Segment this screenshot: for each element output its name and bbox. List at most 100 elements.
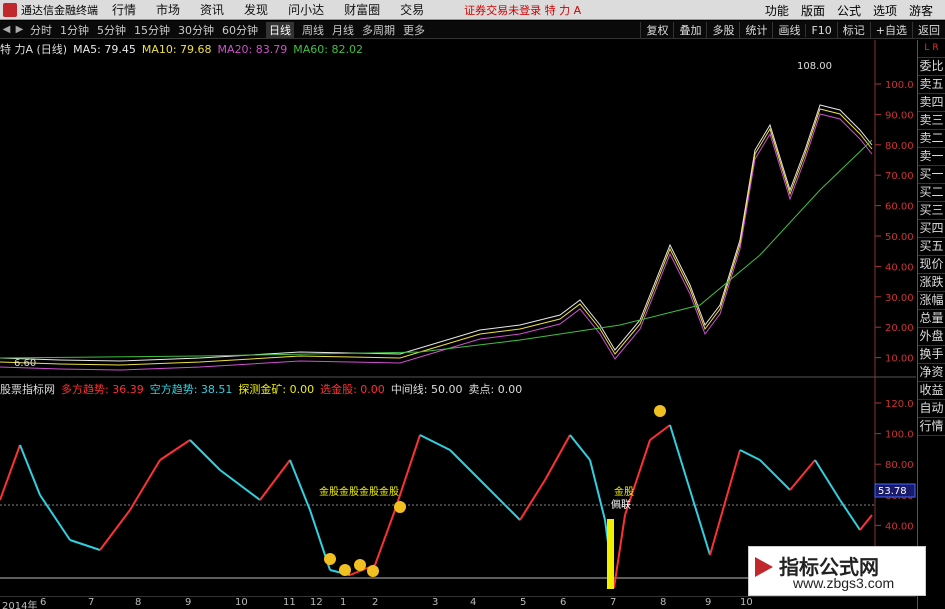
indicator-segment bbox=[519, 479, 546, 521]
menu-ask[interactable]: 问小达 bbox=[288, 1, 324, 18]
indicator-segment bbox=[589, 459, 606, 521]
indicator-segment bbox=[449, 449, 491, 491]
date-axis-label: 2014年 bbox=[2, 601, 38, 609]
menu-function[interactable]: 功能 bbox=[765, 2, 789, 19]
panel-top-marks[interactable]: L R bbox=[918, 40, 945, 58]
tool-adjust[interactable]: 复权 bbox=[640, 22, 673, 38]
indicator-y-axis: 120.0100.080.0060.0040.0020.00 bbox=[875, 399, 914, 563]
indicator-segment bbox=[669, 424, 691, 491]
indicator-segment bbox=[613, 514, 626, 589]
watermark-url: www.zbgs3.com bbox=[793, 575, 895, 591]
nav-forward-icon[interactable]: ▶ bbox=[13, 24, 26, 35]
smiley-signal-icon bbox=[339, 564, 351, 576]
ma10-label: MA10: 79.68 bbox=[141, 42, 212, 56]
panel-tab[interactable]: 买五 bbox=[918, 238, 945, 256]
high-price-label: 108.00 bbox=[797, 61, 832, 72]
period-daily[interactable]: 日线 bbox=[266, 21, 294, 38]
smiley-signal-icon bbox=[354, 559, 366, 571]
period-30min[interactable]: 30分钟 bbox=[178, 22, 214, 38]
indicator-segment bbox=[649, 424, 671, 441]
indicator-segment bbox=[544, 434, 571, 481]
date-axis-label: 7 bbox=[610, 597, 617, 608]
panel-tab[interactable]: 买一 bbox=[918, 166, 945, 184]
panel-tab[interactable]: 现价 bbox=[918, 256, 945, 274]
panel-tab[interactable]: 卖五 bbox=[918, 76, 945, 94]
indicator-segment bbox=[394, 434, 421, 511]
date-axis-label: 7 bbox=[88, 597, 95, 608]
ind-y-tick-label: 100.0 bbox=[885, 430, 914, 441]
period-tick[interactable]: 分时 bbox=[30, 22, 52, 38]
tool-return[interactable]: 返回 bbox=[912, 22, 945, 38]
ind-y-tick-label: 120.0 bbox=[885, 399, 914, 410]
panel-tab[interactable]: 涨幅 bbox=[918, 292, 945, 310]
indicator-segment bbox=[814, 459, 841, 501]
chart-area[interactable]: 100.0 90.00 80.00 70.00 60.00 50.00 40.00 30.00… bbox=[0, 40, 916, 595]
indicator-segment bbox=[0, 444, 21, 501]
menu-guest[interactable]: 游客 bbox=[909, 2, 933, 19]
panel-tab[interactable]: 收益 bbox=[918, 382, 945, 400]
date-axis: 2014年 6 7 8 9 10 11 12 1 2 3 4 5 6 7 8 9 10 bbox=[0, 596, 916, 609]
title-bar: 通达信金融终端 行情 市场 资讯 发现 问小达 财富圈 交易 证券交易未登录 特… bbox=[0, 0, 945, 20]
date-axis-label: 5 bbox=[520, 597, 527, 608]
indicator-header: 股票指标网 多方趋势: 36.39 空方趋势: 38.51 探测金矿: 0.00… bbox=[0, 382, 528, 396]
indicator-lines bbox=[0, 405, 873, 589]
period-monthly[interactable]: 月线 bbox=[332, 22, 354, 38]
chart-tools: 复权 叠加 多股 统计 画线 F10 标记 +自选 返回 bbox=[640, 21, 945, 39]
indicator-midline: 中间线: 50.00 bbox=[390, 383, 463, 396]
indicator-segment bbox=[859, 514, 873, 531]
panel-tab[interactable]: 卖一 bbox=[918, 148, 945, 166]
menu-market[interactable]: 市场 bbox=[156, 1, 180, 18]
date-axis-label: 6 bbox=[40, 597, 47, 608]
indicator-segment bbox=[129, 459, 161, 511]
tool-overlay[interactable]: 叠加 bbox=[673, 22, 706, 38]
panel-tab[interactable]: 行情 bbox=[918, 418, 945, 436]
gold-signal-annotation: 金股金股金股金股 bbox=[319, 485, 399, 498]
period-1min[interactable]: 1分钟 bbox=[60, 22, 89, 38]
tool-stats[interactable]: 统计 bbox=[739, 22, 772, 38]
tool-draw[interactable]: 画线 bbox=[772, 22, 805, 38]
period-weekly[interactable]: 周线 bbox=[302, 22, 324, 38]
date-axis-label: 3 bbox=[432, 597, 439, 608]
menu-options[interactable]: 选项 bbox=[873, 2, 897, 19]
gold-signal-annotation-2: 金股 bbox=[614, 485, 634, 498]
panel-tab[interactable]: 卖四 bbox=[918, 94, 945, 112]
menu-quotes[interactable]: 行情 bbox=[112, 1, 136, 18]
period-5min[interactable]: 5分钟 bbox=[97, 22, 126, 38]
panel-tab[interactable]: 净资 bbox=[918, 364, 945, 382]
menu-trade[interactable]: 交易 bbox=[400, 1, 424, 18]
panel-tab[interactable]: 总量 bbox=[918, 310, 945, 328]
panel-tab[interactable]: 卖二 bbox=[918, 130, 945, 148]
panel-tab[interactable]: 买四 bbox=[918, 220, 945, 238]
main-y-tick-label: 70.00 bbox=[885, 171, 914, 182]
menu-layout[interactable]: 版面 bbox=[801, 2, 825, 19]
period-multi[interactable]: 多周期 bbox=[362, 22, 395, 38]
panel-tab[interactable]: 涨跌 bbox=[918, 274, 945, 292]
panel-tab[interactable]: 外盘 bbox=[918, 328, 945, 346]
main-y-tick-label: 30.00 bbox=[885, 293, 914, 304]
panel-tab[interactable]: 自动 bbox=[918, 400, 945, 418]
panel-tab[interactable]: 卖三 bbox=[918, 112, 945, 130]
site-watermark: 指标公式网 www.zbgs3.com bbox=[748, 546, 926, 596]
indicator-long-trend: 多方趋势: 36.39 bbox=[61, 383, 144, 396]
menu-formula[interactable]: 公式 bbox=[837, 2, 861, 19]
date-axis-label: 8 bbox=[660, 597, 667, 608]
nav-back-icon[interactable]: ◀ bbox=[0, 24, 13, 35]
period-60min[interactable]: 60分钟 bbox=[222, 22, 258, 38]
ind-y-tick-label: 40.00 bbox=[885, 521, 914, 532]
menu-wealth[interactable]: 财富圈 bbox=[344, 1, 380, 18]
panel-tab[interactable]: 买二 bbox=[918, 184, 945, 202]
tool-add-watch[interactable]: +自选 bbox=[869, 22, 912, 38]
tool-f10[interactable]: F10 bbox=[805, 23, 836, 37]
panel-tab[interactable]: 换手 bbox=[918, 346, 945, 364]
indicator-short-trend: 空方趋势: 38.51 bbox=[149, 383, 233, 396]
panel-tab[interactable]: 委比 bbox=[918, 58, 945, 76]
stock-name: 特 力A (日线) bbox=[0, 43, 68, 56]
tool-mark[interactable]: 标记 bbox=[836, 22, 870, 38]
tool-multi-stock[interactable]: 多股 bbox=[706, 22, 739, 38]
menu-news[interactable]: 资讯 bbox=[200, 1, 224, 18]
period-15min[interactable]: 15分钟 bbox=[134, 22, 170, 38]
main-y-tick-label: 100.0 bbox=[885, 80, 914, 91]
panel-tab[interactable]: 买三 bbox=[918, 202, 945, 220]
period-more[interactable]: 更多 bbox=[403, 22, 425, 38]
menu-discover[interactable]: 发现 bbox=[244, 1, 268, 18]
